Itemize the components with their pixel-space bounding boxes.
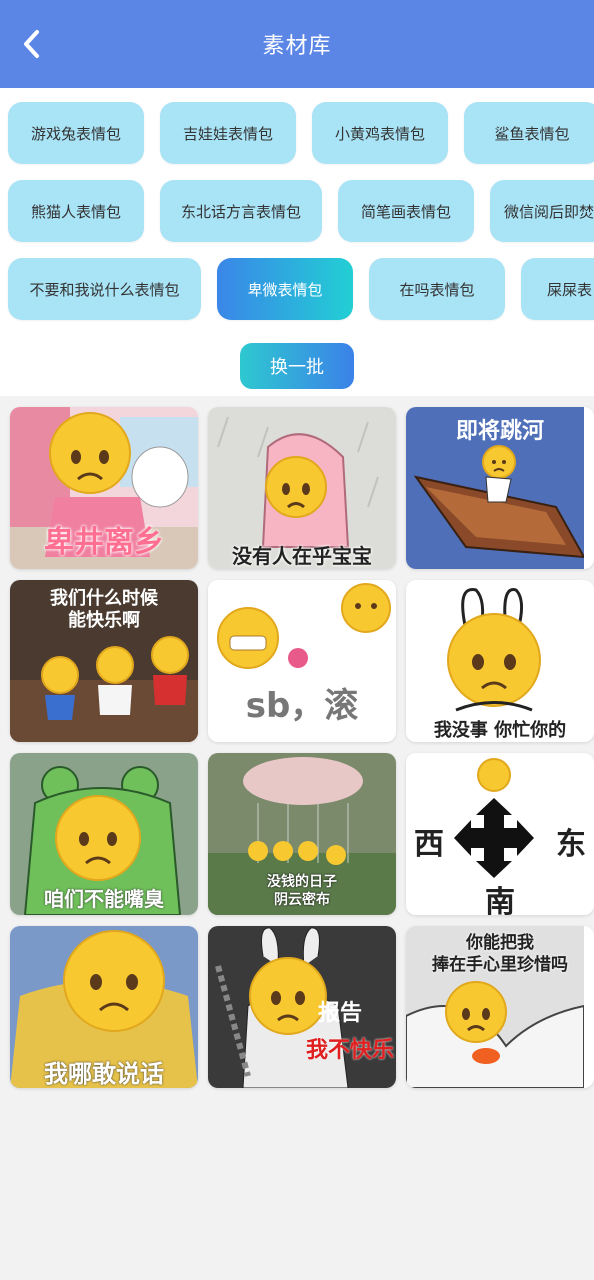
tag-chip[interactable]: 微信阅后即焚 [490,180,594,242]
sticker-item[interactable]: 我们什么时候 能快乐啊 [10,580,198,742]
sticker-item[interactable]: 咱们不能嘴臭 [10,753,198,915]
sticker-caption: 没有人在乎宝宝 [232,544,372,568]
tag-chip[interactable]: 熊猫人表情包 [8,180,144,242]
cloud-icon [243,757,363,805]
tag-chip[interactable]: 吉娃娃表情包 [160,102,296,164]
tag-chip[interactable]: 东北话方言表情包 [160,180,322,242]
sticker-item[interactable]: 没钱的日子 阴云密布 [208,753,396,915]
sad-emoji-face [341,583,391,633]
sad-emoji-face [482,445,516,479]
sticker-caption: 我没事 你忙你的 [433,720,567,741]
tag-row-2: 熊猫人表情包 东北话方言表情包 简笔画表情包 微信阅后即焚 [0,180,594,244]
direction-east: 东 [556,827,586,862]
sticker-caption: 即将跳河 [455,419,544,444]
tag-chip-selected[interactable]: 卑微表情包 [217,258,353,320]
sad-emoji-face [249,957,327,1035]
sticker-caption-line: 没钱的日子 [267,874,337,890]
shuffle-button[interactable]: 换一批 [240,343,354,389]
tag-chip[interactable]: 简笔画表情包 [338,180,474,242]
sticker-item[interactable]: 我哪敢说话 [10,926,198,1088]
sad-emoji-face [49,412,131,494]
sad-emoji-face [445,981,507,1043]
tag-chip[interactable]: 不要和我说什么表情包 [8,258,201,320]
tag-chip[interactable]: 鲨鱼表情包 [464,102,594,164]
sad-emoji-face [447,613,541,707]
sticker-item[interactable]: 我没事 你忙你的 [406,580,594,742]
sticker-caption: sb，滚 [245,686,359,726]
sticker-caption-line: 你能把我 [466,933,534,953]
burst-icon [288,648,308,668]
sad-emoji-face [96,646,134,684]
sticker-caption: 我哪敢说话 [44,1060,164,1088]
tag-chip[interactable]: 屎屎表 [521,258,594,320]
sad-emoji-face [41,656,79,694]
sad-emoji-face [151,636,189,674]
direction-south: 南 [485,885,515,915]
sticker-caption-line: 报告 [318,1001,363,1026]
page-title: 素材库 [262,34,332,59]
tag-chip[interactable]: 游戏兔表情包 [8,102,144,164]
sad-emoji-face [63,930,165,1032]
sad-emoji-face [55,795,141,881]
sticker-caption: 没钱的日子 阴云密布 [208,873,396,909]
sticker-item[interactable]: 没有人在乎宝宝 [208,407,396,569]
tag-chip[interactable]: 在吗表情包 [369,258,505,320]
sticker-item[interactable]: 西 东 南 [406,753,594,915]
app-header: 素材库 [0,0,594,88]
sticker-caption-line: 能快乐啊 [68,610,140,631]
direction-west: 西 [414,827,444,862]
sticker-item[interactable]: 即将跳河 [406,407,594,569]
sticker-caption-line: 捧在手心里珍惜吗 [432,955,568,975]
sticker-item[interactable]: 报告 我不快乐 [208,926,396,1088]
sticker-caption-line: 我们什么时候 [50,588,158,609]
sad-emoji-face [477,758,511,792]
sticker-caption: 我们什么时候 能快乐啊 [10,588,198,632]
sticker-item[interactable]: 卑井离乡 [10,407,198,569]
sticker-caption-red: 我不快乐 [305,1038,394,1063]
tag-chip[interactable]: 小黄鸡表情包 [312,102,448,164]
sticker-item[interactable]: sb，滚 [208,580,396,742]
sad-emoji-face [265,456,327,518]
sticker-caption: 报告 [318,998,362,1030]
sticker-item[interactable]: 你能把我 捧在手心里珍惜吗 [406,926,594,1088]
tag-row-3: 不要和我说什么表情包 卑微表情包 在吗表情包 屎屎表 [0,258,594,322]
tag-row-1: 游戏兔表情包 吉娃娃表情包 小黄鸡表情包 鲨鱼表情包 [0,102,594,166]
sticker-caption-line: 阴云密布 [274,892,330,908]
sticker-caption: 咱们不能嘴臭 [44,887,164,911]
sticker-caption: 卑井离乡 [44,525,164,560]
sticker-caption: 你能把我 捧在手心里珍惜吗 [406,932,594,976]
